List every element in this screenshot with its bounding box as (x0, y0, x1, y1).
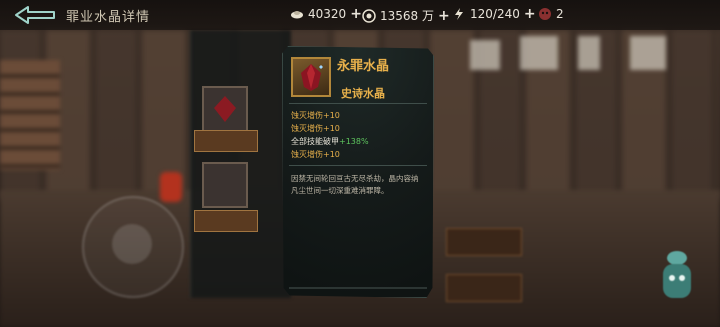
top-bar: 罪业水晶详情 40320 + 13568 万 + 120/240 + 2 (0, 0, 720, 30)
stat-row: 蚀灭增伤+10 (291, 148, 369, 161)
background-window (630, 36, 666, 70)
resource-coin-value: 13568 万 (380, 9, 434, 23)
resource-ingot-value: 40320 (308, 7, 347, 21)
add-icon[interactable]: + (350, 7, 362, 21)
inventory-slot[interactable] (202, 86, 248, 132)
stat-value: +10 (323, 150, 340, 159)
background-lamp (160, 172, 182, 202)
companion-icon (663, 251, 691, 298)
item-name: 永罪水晶 (337, 59, 390, 74)
item-description: 因禁无间轮回亘古无尽杀劫，晶内容纳凡尘世间一切深重难消罪障。 (291, 174, 419, 195)
skull-token-icon (539, 8, 551, 20)
resource-coin[interactable]: 13568 万 + (362, 7, 450, 24)
red-crystal-icon (301, 64, 323, 91)
item-detail-card: 永罪水晶 史诗水晶 蚀灭增伤+10 蚀灭增伤+10 全部技能破甲+138% 蚀灭… (282, 46, 434, 298)
background-shelf (0, 60, 60, 170)
stat-name: 蚀灭增伤 (291, 111, 323, 120)
back-button[interactable] (12, 4, 58, 26)
inventory-slot-label (194, 210, 258, 232)
stat-row: 蚀灭增伤+10 (291, 122, 369, 135)
resource-token-value: 2 (556, 7, 564, 21)
add-icon[interactable]: + (524, 7, 536, 21)
back-arrow-icon (15, 6, 55, 24)
resource-ingot[interactable]: 40320 + (290, 7, 362, 21)
inventory-slot-label (194, 130, 258, 152)
resource-energy-value: 120/240 (470, 7, 520, 21)
stat-name: 全部技能破甲 (291, 137, 339, 146)
stat-name: 蚀灭增伤 (291, 150, 323, 159)
item-icon (291, 57, 331, 97)
joystick-knob[interactable] (112, 224, 152, 264)
resource-token: 2 (538, 7, 564, 21)
ingot-icon (291, 11, 303, 19)
background-window (578, 36, 600, 70)
lightning-icon (455, 8, 463, 20)
divider (289, 103, 427, 104)
inventory-slot[interactable] (202, 162, 248, 208)
action-button[interactable] (446, 274, 522, 302)
action-button[interactable] (446, 228, 522, 256)
coin-icon (362, 8, 376, 23)
card-bottom-divider (289, 287, 427, 289)
page-title: 罪业水晶详情 (66, 10, 151, 25)
background-window (470, 40, 500, 70)
stat-name: 蚀灭增伤 (291, 124, 323, 133)
stat-row: 蚀灭增伤+10 (291, 109, 369, 122)
stat-row: 全部技能破甲+138% (291, 135, 369, 148)
item-quality: 史诗水晶 (341, 87, 385, 100)
divider (289, 165, 427, 166)
stats-list: 蚀灭增伤+10 蚀灭增伤+10 全部技能破甲+138% 蚀灭增伤+10 (291, 109, 369, 161)
background-window (520, 36, 558, 70)
stat-value: +10 (323, 124, 340, 133)
stat-value: +10 (323, 111, 340, 120)
companion-button[interactable] (654, 248, 700, 310)
resource-energy[interactable]: 120/240 + (452, 7, 536, 21)
add-icon[interactable]: + (438, 9, 450, 23)
stat-value: +138% (339, 137, 369, 146)
